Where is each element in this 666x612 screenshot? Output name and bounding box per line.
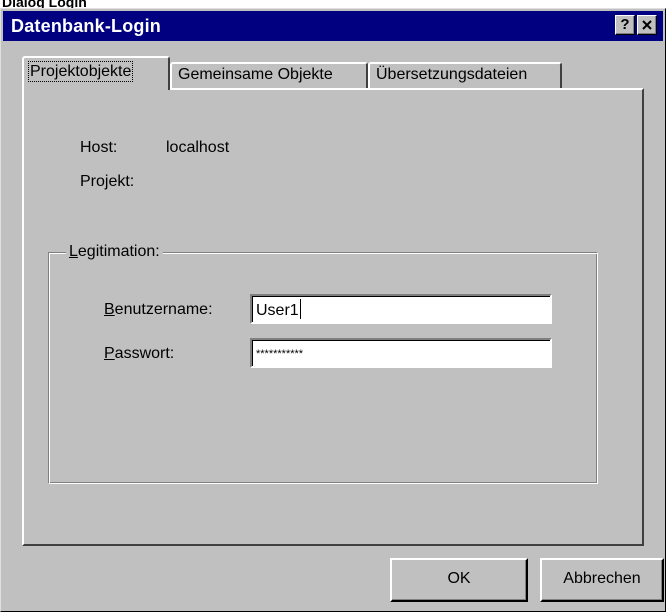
password-input[interactable]: *********** (250, 338, 552, 368)
legitimation-group (48, 252, 598, 484)
host-label: Host: (80, 139, 118, 156)
close-icon (642, 20, 652, 30)
legitimation-group-label: Legitimation: (66, 243, 163, 261)
password-value: *********** (256, 348, 304, 360)
text-caret (299, 299, 301, 319)
tab-label: Gemeinsame Objekte (178, 66, 333, 83)
tab-gemeinsame-objekte[interactable]: Gemeinsame Objekte (170, 62, 368, 88)
ok-button[interactable]: OK (390, 558, 528, 602)
username-value: User1 (256, 302, 299, 319)
help-button[interactable]: ? (615, 15, 635, 35)
project-label: Projekt: (80, 173, 135, 190)
password-label: Passwort: (104, 345, 175, 362)
tab-projektobjekte[interactable]: Projektobjekte (22, 56, 170, 90)
cancel-button[interactable]: Abbrechen (540, 558, 664, 602)
close-button[interactable] (637, 15, 657, 35)
tab-label: Projektobjekte (27, 61, 134, 82)
username-label: Benutzername: (104, 301, 213, 318)
tab-label: Übersetzungsdateien (376, 66, 528, 83)
window-title: Datenbank-Login (11, 16, 161, 36)
title-bar[interactable]: Datenbank-Login ? (3, 11, 663, 41)
tab-uebersetzungsdateien[interactable]: Übersetzungsdateien (368, 62, 562, 88)
username-input[interactable]: User1 (250, 294, 552, 324)
host-value: localhost (166, 139, 230, 156)
help-icon: ? (620, 16, 630, 33)
